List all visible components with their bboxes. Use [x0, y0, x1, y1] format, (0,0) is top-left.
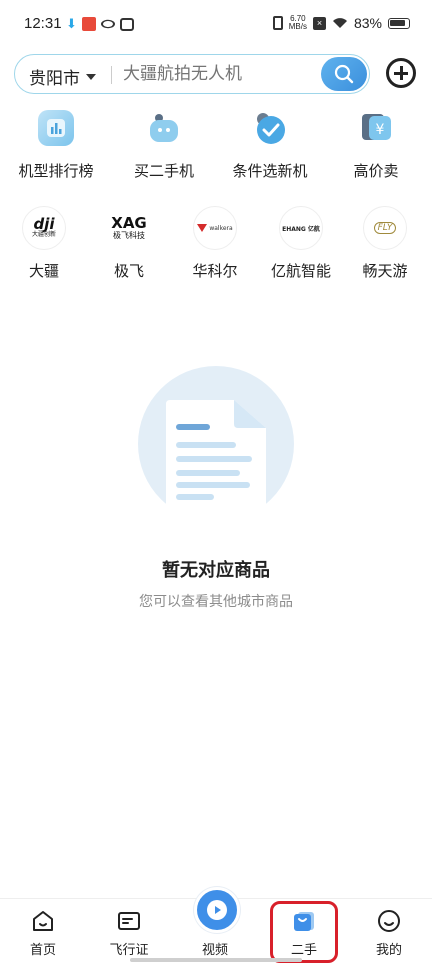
brand-dji[interactable]: dji 大疆创新 大疆 — [1, 206, 87, 281]
brand-row: dji 大疆创新 大疆 XAG 极飞科技 极飞 walkera 华科尔 EHAN… — [0, 206, 432, 286]
walkera-logo: walkera — [193, 206, 237, 250]
empty-document-illustration — [138, 366, 294, 506]
quick-link-label: 条件选新机 — [232, 162, 308, 180]
brand-fly[interactable]: FLY 畅天游 — [342, 206, 428, 281]
home-icon — [31, 909, 55, 933]
quick-link-ranking[interactable]: 机型排行榜 — [2, 110, 110, 181]
tab-label: 视频 — [201, 943, 228, 958]
brand-label: 华科尔 — [192, 262, 238, 280]
empty-state-subtitle[interactable]: 您可以查看其他城市商品 — [0, 591, 432, 611]
message-icon — [119, 17, 134, 31]
quick-links: 机型排行榜 买二手机 条件选新机 ¥ 高价卖 — [0, 110, 432, 190]
robot-bag-icon — [146, 110, 182, 146]
quick-link-sell[interactable]: ¥ 高价卖 — [322, 110, 430, 181]
tab-label: 首页 — [29, 943, 56, 958]
yen-tag-icon: ¥ — [358, 110, 394, 146]
brand-walkera[interactable]: walkera 华科尔 — [172, 206, 258, 281]
city-picker[interactable]: 贵阳市 — [29, 64, 96, 89]
brand-label: 大疆 — [28, 262, 59, 280]
no-sim-icon: × — [312, 16, 326, 30]
license-card-icon — [117, 909, 141, 933]
quick-link-buy-used[interactable]: 买二手机 — [110, 110, 218, 181]
tab-home[interactable]: 首页 — [0, 909, 86, 958]
tab-license[interactable]: 飞行证 — [86, 909, 172, 958]
network-speed: 6.70 MB/s — [288, 14, 307, 31]
status-time: 12:31 — [24, 15, 62, 32]
brand-ehang[interactable]: EHANG 亿航 亿航智能 — [258, 206, 344, 281]
check-badge-icon — [252, 110, 288, 146]
brand-label: 亿航智能 — [270, 262, 331, 280]
dji-logo: dji 大疆创新 — [22, 206, 66, 250]
quick-link-label: 高价卖 — [353, 162, 399, 180]
svg-text:¥: ¥ — [376, 122, 385, 138]
fly-logo: FLY — [363, 206, 407, 250]
xag-logo: XAG 极飞科技 — [107, 206, 151, 250]
brand-label: 极飞 — [113, 262, 144, 280]
home-indicator — [130, 958, 302, 962]
wifi-icon — [332, 17, 348, 29]
search-row: 贵阳市 — [14, 54, 418, 94]
ehang-logo: EHANG 亿航 — [279, 206, 323, 250]
smiley-profile-icon — [377, 909, 401, 933]
divider — [111, 66, 112, 84]
tab-profile[interactable]: 我的 — [346, 909, 432, 958]
search-box: 贵阳市 — [14, 54, 370, 94]
quick-link-label: 机型排行榜 — [18, 162, 94, 180]
brand-xag[interactable]: XAG 极飞科技 极飞 — [86, 206, 172, 281]
vibrate-icon — [272, 16, 283, 30]
status-bar: 12:31 ⬇ 6.70 MB/s × 83% — [0, 0, 432, 50]
caret-down-icon — [86, 74, 96, 80]
quick-link-label: 买二手机 — [133, 162, 194, 180]
search-button[interactable] — [321, 57, 367, 91]
battery-icon — [388, 17, 410, 29]
battery-percent: 83% — [353, 15, 382, 31]
active-tab-highlight-box — [270, 901, 338, 963]
tab-label: 飞行证 — [109, 943, 149, 958]
brand-label: 畅天游 — [362, 262, 408, 280]
tab-label: 我的 — [375, 943, 402, 958]
tab-video[interactable]: 视频 — [172, 909, 258, 958]
search-input[interactable] — [123, 64, 313, 84]
app-notification-icon — [81, 17, 96, 31]
empty-state-title: 暂无对应商品 — [162, 560, 270, 581]
quick-link-filter-new[interactable]: 条件选新机 — [216, 110, 324, 181]
add-button[interactable] — [386, 58, 416, 88]
sync-icon — [98, 18, 118, 30]
bottom-tab-bar: 首页 飞行证 视频 二手 我的 — [0, 887, 432, 964]
download-icon: ⬇ — [66, 16, 77, 32]
city-label: 贵阳市 — [29, 69, 80, 89]
ranking-chart-icon — [38, 110, 74, 146]
search-icon — [334, 64, 354, 84]
